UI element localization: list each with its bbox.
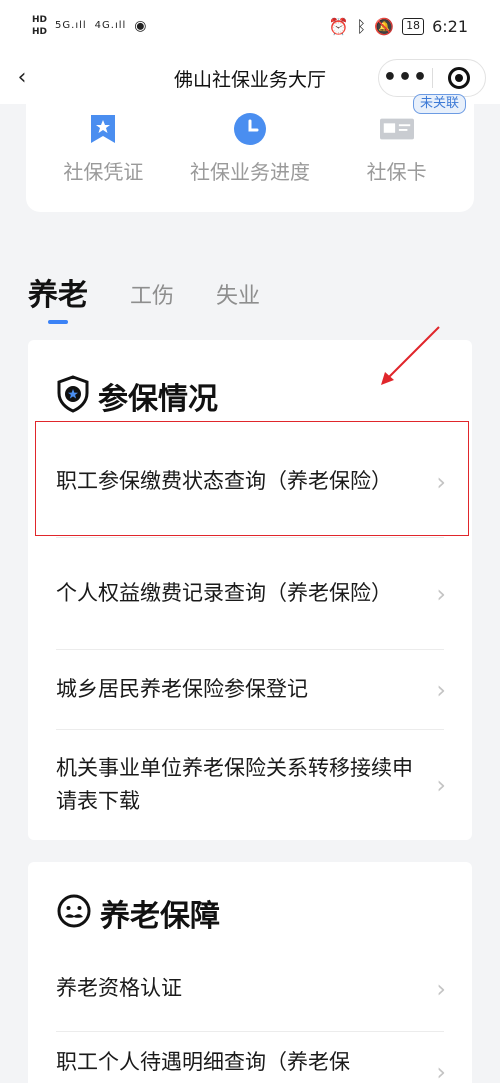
status-bar: HD HD 5G.ıll 4G.ıll ◉ ⏰ ᛒ 🔕 18 6:21 [0,0,500,52]
chevron-right-icon: › [436,1058,446,1083]
menu-item-label: 个人权益缴费记录查询（养老保险） [56,581,392,605]
tab-work-injury[interactable]: 工伤 [130,278,174,314]
chevron-right-icon: › [436,974,446,1003]
status-time: 6:21 [432,16,468,36]
signal-5g-icon: 5G.ıll [55,20,87,31]
mini-program-capsule: ••• [378,59,486,97]
chevron-right-icon: › [436,675,446,704]
target-icon [447,67,470,89]
section-title: 参保情况 [98,382,218,417]
menu-item-label: 养老资格认证 [56,976,182,1000]
section-card-enrollment: 参保情况 职工参保缴费状态查询（养老保险） › 个人权益缴费记录查询（养老保险）… [28,340,472,840]
wifi-icon: ◉ [134,18,147,34]
shortcut-certificate[interactable]: 社保凭证 [30,104,177,212]
shortcut-label: 社保凭证 [63,160,144,184]
shortcut-label: 社保业务进度 [190,160,310,184]
section-card-pension-security: 养老保障 养老资格认证 › 职工个人待遇明细查询（养老保 › [28,862,472,1083]
shortcut-progress[interactable]: 社保业务进度 [177,104,324,212]
menu-item-benefit-details[interactable]: 职工个人待遇明细查询（养老保 › [56,1032,446,1083]
status-right: ⏰ ᛒ 🔕 18 6:21 [329,17,468,36]
shortcut-label: 社保卡 [366,160,427,184]
menu-item-label: 机关事业单位养老保险关系转移接续申请表下载 [56,756,413,813]
menu-item-contribution-record[interactable]: 个人权益缴费记录查询（养老保险） › [56,538,446,650]
hd-label-2: HD [32,27,48,37]
chevron-right-icon: › [436,771,446,799]
bluetooth-icon: ᛒ [356,16,367,36]
hd-label-1: HD [32,15,48,25]
signal-4g-icon: 4G.ıll [94,20,127,31]
battery-icon: 18 [402,17,425,35]
unlinked-badge: 未关联 [413,94,467,114]
chevron-right-icon: › [436,579,446,608]
menu-item-label: 城乡居民养老保险参保登记 [56,677,308,701]
section-header: 养老保障 [28,862,472,946]
more-menu-button[interactable]: ••• [379,67,432,89]
shortcut-card: 社保凭证 社保业务进度 未关联 社保卡 [26,94,474,212]
mute-icon: 🔕 [374,16,395,36]
menu-item-qualification-cert[interactable]: 养老资格认证 › [56,946,446,1032]
menu-item-transfer-form-download[interactable]: 机关事业单位养老保险关系转移接续申请表下载 › [56,730,446,840]
tab-pension[interactable]: 养老 [28,270,88,314]
chevron-right-icon: › [436,467,446,496]
menu-item-contribution-status[interactable]: 职工参保缴费状态查询（养老保险） › [56,426,446,538]
menu-item-resident-enrollment[interactable]: 城乡居民养老保险参保登记 › [56,650,446,730]
active-tab-indicator [48,320,68,324]
tab-unemployment[interactable]: 失业 [216,278,260,314]
close-mini-program-button[interactable] [433,67,485,89]
section-title: 养老保障 [100,899,220,934]
alarm-icon: ⏰ [328,16,349,36]
certificate-icon [86,112,120,146]
status-left: HD HD 5G.ıll 4G.ıll ◉ [32,15,147,37]
shield-star-icon [56,375,90,417]
section-header: 参保情况 [28,340,472,426]
card-icon [379,112,414,146]
shortcut-social-card[interactable]: 未关联 社保卡 [323,94,470,212]
elder-face-icon [56,893,92,933]
menu-item-label: 职工个人待遇明细查询（养老保 [56,1050,350,1074]
menu-item-label: 职工参保缴费状态查询（养老保险） [56,469,392,493]
clock-icon [233,112,267,146]
category-tabs: 养老 工伤 失业 [28,270,302,314]
